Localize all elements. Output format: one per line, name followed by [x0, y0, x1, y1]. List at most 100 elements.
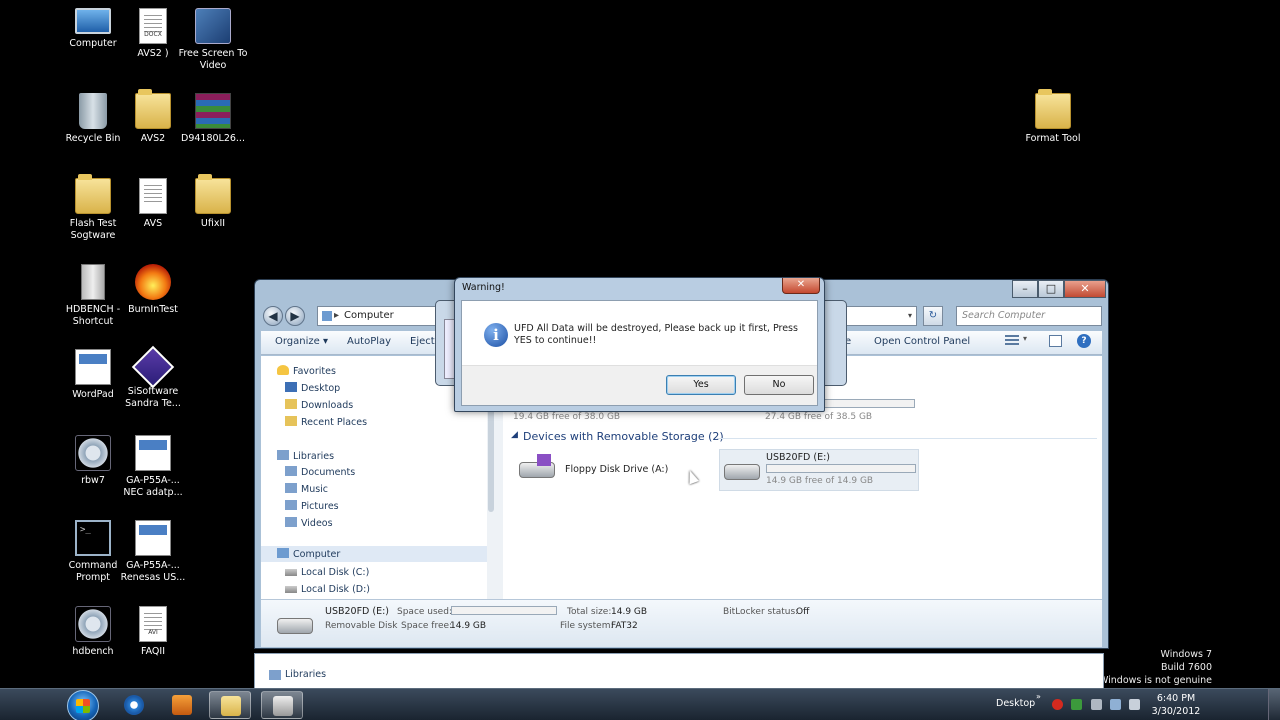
network-icon[interactable]: [1110, 699, 1121, 710]
nav-favorites[interactable]: Favorites: [277, 365, 336, 377]
record-icon[interactable]: [1052, 699, 1063, 710]
maximize-button[interactable]: □: [1038, 280, 1064, 298]
computer-icon: [277, 548, 289, 558]
open-control-panel-button[interactable]: Open Control Panel: [874, 336, 970, 347]
windows-logo-icon: [76, 699, 90, 713]
monitor-icon: [75, 8, 111, 34]
doc2-icon: [75, 349, 111, 385]
organize-button[interactable]: Organize ▾: [275, 336, 328, 347]
show-desktop-button[interactable]: [1268, 689, 1280, 720]
view-dropdown-icon[interactable]: ▾: [1023, 334, 1027, 343]
preview-pane-icon[interactable]: [1049, 335, 1062, 347]
disk-c-free: 19.4 GB free of 38.0 GB: [513, 412, 621, 422]
desktop-icon-14[interactable]: GA-P55A-... NEC adatp...: [116, 435, 190, 499]
search-input[interactable]: Search Computer: [956, 306, 1102, 326]
address-dropdown-icon[interactable]: ▾: [908, 307, 912, 325]
close-button[interactable]: ✕: [1064, 280, 1106, 298]
help-icon[interactable]: ?: [1077, 334, 1091, 348]
taskbar-media-player[interactable]: [161, 691, 203, 719]
collapse-icon[interactable]: ◢: [511, 430, 518, 440]
autoplay-button[interactable]: AutoPlay: [347, 336, 391, 347]
disk-icon: [285, 569, 297, 576]
back-button[interactable]: ◀: [263, 306, 283, 326]
security-icon[interactable]: [1071, 699, 1082, 710]
floppy-drive[interactable]: Floppy Disk Drive (A:): [519, 452, 699, 492]
eject-button[interactable]: Eject: [410, 336, 435, 347]
floppy-disk-icon: [537, 454, 551, 466]
yes-button[interactable]: Yes: [666, 375, 736, 395]
toolbar-expand-icon[interactable]: »: [1036, 692, 1041, 701]
desktop-icon-19[interactable]: Format Tool: [1016, 89, 1090, 145]
warning-title: Warning!: [462, 282, 505, 293]
refresh-icon[interactable]: ↻: [923, 306, 943, 326]
windows-watermark: Windows 7 Build 7600 f Windows is not ge…: [1092, 649, 1212, 686]
bin-icon: [79, 93, 107, 129]
rar-icon: [195, 93, 231, 129]
nav-local-disk-d[interactable]: Local Disk (D:): [285, 584, 370, 595]
nav-computer[interactable]: Computer: [261, 546, 487, 562]
computer-icon: [322, 311, 332, 321]
desktop-toolbar-label[interactable]: Desktop: [996, 698, 1035, 709]
disk-d-free: 27.4 GB free of 38.5 GB: [765, 412, 873, 422]
pictures-icon: [285, 500, 297, 510]
nav-documents[interactable]: Documents: [285, 466, 355, 478]
breadcrumb-arrow-icon: ▸: [334, 310, 340, 321]
doc-icon: AVI: [139, 606, 167, 642]
system-clock[interactable]: 6:40 PM 3/30/2012: [1146, 692, 1206, 718]
libraries-icon: [277, 450, 289, 460]
file-type-badge: AVI: [148, 629, 158, 636]
view-options-icon[interactable]: [1005, 335, 1019, 347]
no-button[interactable]: No: [744, 375, 814, 395]
desktop-icon-12[interactable]: SiSoftware Sandra Te...: [116, 345, 190, 410]
taskbar-explorer[interactable]: [209, 691, 251, 719]
desktop-icon-10[interactable]: BurnInTest: [116, 264, 190, 316]
tower-icon: [81, 264, 105, 300]
minimize-button[interactable]: –: [1012, 280, 1038, 298]
desktop-icon-16[interactable]: GA-P55A-... Renesas US...: [116, 520, 190, 584]
diamond-icon: [131, 345, 175, 389]
format-tool-icon: [273, 696, 293, 716]
background-explorer-panel: Libraries: [254, 653, 1104, 689]
nav-local-disk-c[interactable]: Local Disk (C:): [285, 567, 369, 578]
nav-videos[interactable]: Videos: [285, 517, 333, 529]
documents-icon: [285, 466, 297, 476]
app-icon: [195, 8, 231, 44]
warning-close-button[interactable]: ✕: [782, 278, 820, 294]
usb-usage-bar: [766, 464, 916, 473]
doc2-icon: [135, 435, 171, 471]
music-icon: [285, 483, 297, 493]
doc-icon: [139, 178, 167, 214]
usb-drive-icon: [277, 618, 313, 634]
desktop-icon-5[interactable]: D94180L26...: [176, 93, 250, 145]
desktop-icon-18[interactable]: AVI FAQII: [116, 606, 190, 658]
nav-desktop[interactable]: Desktop: [285, 382, 340, 394]
taskbar-internet-explorer[interactable]: [113, 691, 155, 719]
nav-recent-places[interactable]: Recent Places: [285, 416, 367, 428]
desktop-icon-label: Free Screen To Video: [178, 48, 248, 71]
folder-icon: [221, 696, 241, 716]
usb-drive-icon: [724, 464, 760, 480]
nav-pictures[interactable]: Pictures: [285, 500, 339, 512]
start-button[interactable]: [67, 690, 99, 720]
libraries-icon: [269, 670, 281, 680]
nav-music[interactable]: Music: [285, 483, 328, 495]
volume-icon[interactable]: [1129, 699, 1140, 710]
videos-icon: [285, 517, 297, 527]
taskbar: Desktop » 6:40 PM 3/30/2012: [0, 688, 1280, 720]
desktop-icon-8[interactable]: UfixII: [176, 174, 250, 230]
address-text: Computer: [344, 310, 394, 321]
gear-icon: [75, 435, 111, 471]
desktop-icon-2[interactable]: Free Screen To Video: [176, 8, 250, 72]
downloads-icon: [285, 399, 297, 409]
desktop-icon-label: FAQII: [140, 646, 165, 657]
nav-downloads[interactable]: Downloads: [285, 399, 353, 411]
libraries-label[interactable]: Libraries: [285, 669, 326, 680]
action-center-icon[interactable]: [1091, 699, 1102, 710]
nav-libraries[interactable]: Libraries: [277, 450, 334, 462]
forward-button[interactable]: ▶: [285, 306, 305, 326]
desktop-icon-label: SiSoftware Sandra Te...: [125, 386, 181, 409]
taskbar-format-tool[interactable]: [261, 691, 303, 719]
desktop-icon-label: D94180L26...: [181, 133, 245, 144]
folder-icon: [195, 174, 231, 214]
usb-drive[interactable]: USB20FD (E:) 14.9 GB free of 14.9 GB: [719, 449, 919, 491]
